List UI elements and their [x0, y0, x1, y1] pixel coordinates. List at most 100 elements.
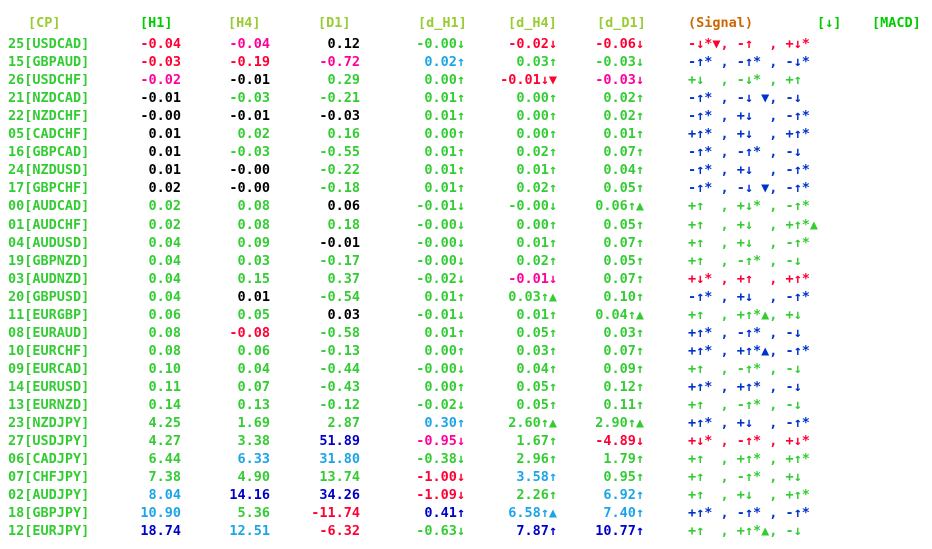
pair-label: 07[CHFJPY]	[8, 469, 90, 486]
d-h4-value: -0.01↓▼	[500, 72, 557, 89]
d-h4-value: 0.01↑	[516, 162, 557, 179]
signal-value: +↑ , -↑* , -↓	[688, 397, 802, 413]
d-h4-value: 0.00↑	[516, 90, 557, 107]
pair-label: 06[CADJPY]	[8, 451, 90, 468]
d-h4-value: 7.87↑	[516, 523, 557, 540]
signal-value: +↓* , +↑ , +↑*	[688, 270, 810, 287]
header-cp: [CP]	[28, 15, 61, 31]
signal-value: +↑ , +↑*▲, -↓	[688, 523, 802, 540]
d1-value: -0.01	[319, 234, 360, 251]
signal-value: +↑ , +↓ , +↑*▲	[688, 216, 819, 233]
d-h1-value: 0.01↑	[424, 108, 465, 125]
d1-value: 0.16	[327, 126, 360, 143]
table-row: 24[NZDUSD] 0.01 -0.00 -0.22 0.01↑ 0.01↑ 0.04↑ -…	[0, 161, 932, 179]
d-h4-value: 0.02↑	[516, 252, 557, 269]
pair-label: 03[AUDNZD]	[8, 270, 90, 287]
d-h1-value: -0.00↓	[416, 360, 465, 377]
d1-value: 0.03	[327, 306, 360, 323]
h4-value: 1.69	[237, 415, 270, 432]
pair-label: 00[AUDCAD]	[8, 198, 90, 215]
h4-value: 0.03	[237, 252, 270, 269]
d1-value: 31.80	[319, 451, 360, 468]
h1-value: 0.08	[148, 324, 181, 341]
signal-value: +↑ , -↑* , +↓	[688, 469, 802, 486]
d-h1-value: 0.01↑	[424, 324, 465, 341]
h1-value: 0.11	[148, 378, 181, 395]
signal-value: -↑* , +↓ , -↑*	[688, 162, 810, 179]
h1-value: 0.01	[148, 144, 181, 161]
signal-value: +↑* , +↓ , +↑*	[688, 126, 810, 143]
h1-value: 0.04	[148, 234, 181, 251]
signal-value: -↑* , -↓ ▼, -↑*	[688, 180, 810, 197]
h1-value: 0.04	[148, 270, 181, 287]
d-h4-value: -0.02↓	[508, 36, 557, 52]
table-row: 13[EURNZD] 0.14 0.13 -0.12 -0.02↓ 0.05↑ 0.11↑ +…	[0, 396, 932, 414]
d-h1-value: 0.41↑	[424, 505, 465, 522]
header-macd: [MACD]	[872, 15, 921, 31]
pair-label: 24[NZDUSD]	[8, 162, 90, 179]
h4-value: -0.01	[229, 108, 270, 125]
d-h4-value: 2.60↑▲	[508, 415, 557, 432]
d-d1-value: -0.03↓	[595, 72, 644, 89]
h1-value: 0.01	[148, 126, 181, 143]
signal-value: -↑* , +↓ , -↑*	[688, 108, 810, 125]
pair-label: 14[EURUSD]	[8, 378, 90, 395]
header-h4: [H4]	[228, 15, 261, 31]
h1-value: 0.04	[148, 288, 181, 305]
d1-value: 0.12	[327, 36, 360, 52]
d-h1-value: -0.95↓	[416, 433, 465, 450]
d1-value: 34.26	[319, 487, 360, 504]
d-d1-value: 0.05↑	[603, 216, 644, 233]
d-h1-value: -0.63↓	[416, 523, 465, 540]
d-h4-value: 0.00↑	[516, 126, 557, 143]
table-row: 06[CADJPY] 6.44 6.33 31.80 -0.38↓ 2.96↑ 1.79↑ +…	[0, 450, 932, 468]
h4-value: 0.06	[237, 342, 270, 359]
h1-value: 0.02	[148, 198, 181, 215]
h4-value: 12.51	[229, 523, 270, 540]
d-h1-value: -1.00↓	[416, 469, 465, 486]
header-arrow: [↓]	[817, 15, 842, 31]
d1-value: -0.12	[319, 397, 360, 413]
signal-value: -↑* , -↑* , -↓	[688, 144, 802, 161]
pair-label: 16[GBPCAD]	[8, 144, 90, 161]
h4-value: 6.33	[237, 451, 270, 468]
table-row: 01[AUDCHF] 0.02 0.08 0.18 -0.00↓ 0.00↑ 0.05↑ +↑…	[0, 216, 932, 234]
h4-value: -0.00	[229, 162, 270, 179]
d-h1-value: -0.38↓	[416, 451, 465, 468]
table-row: 02[AUDJPY] 8.04 14.16 34.26 -1.09↓ 2.26↑ 6.92↑…	[0, 486, 932, 504]
d1-value: 0.18	[327, 216, 360, 233]
d-d1-value: 0.01↑	[603, 126, 644, 143]
signal-value: +↑* , -↑* , -↑*	[688, 505, 810, 522]
h1-value: 0.02	[148, 180, 181, 197]
pair-label: 02[AUDJPY]	[8, 487, 90, 504]
h4-value: 0.04	[237, 360, 270, 377]
d-h1-value: 0.01↑	[424, 162, 465, 179]
d-d1-value: -4.89↓	[595, 433, 644, 450]
signal-value: +↑ , +↓ , +↑*	[688, 487, 810, 504]
signal-value: +↑ , +↑* , +↑*	[688, 451, 810, 468]
h4-value: 0.01	[237, 288, 270, 305]
d-h1-value: -0.00↓	[416, 216, 465, 233]
d-h1-value: -0.02↓	[416, 270, 465, 287]
d-h1-value: 0.01↑	[424, 144, 465, 161]
h4-value: 3.38	[237, 433, 270, 450]
d-d1-value: 0.10↑	[603, 288, 644, 305]
table-row: 14[EURUSD] 0.11 0.07 -0.43 0.00↑ 0.05↑ 0.12↑ +↑…	[0, 378, 932, 396]
d1-value: 0.29	[327, 72, 360, 89]
d-h4-value: 0.03↑▲	[508, 288, 557, 305]
d-d1-value: 0.03↑	[603, 324, 644, 341]
d-h4-value: -0.01↓	[508, 270, 557, 287]
d1-value: -6.32	[319, 523, 360, 540]
d-h4-value: 0.05↑	[516, 378, 557, 395]
d-h1-value: 0.02↑	[424, 54, 465, 71]
d1-value: -0.17	[319, 252, 360, 269]
signal-value: +↑* , +↑* , -↓	[688, 378, 802, 395]
h4-value: 0.09	[237, 234, 270, 251]
d-h4-value: 2.96↑	[516, 451, 557, 468]
table-row: 04[AUDUSD] 0.04 0.09 -0.01 -0.00↓ 0.01↑ 0.07↑ +…	[0, 234, 932, 252]
signal-value: -↑* , +↓ , -↑*	[688, 288, 810, 305]
table-row: 18[GBPJPY] 10.90 5.36 -11.74 0.41↑ 6.58↑▲ 7.40…	[0, 504, 932, 522]
table-row: 21[NZDCAD] -0.01 -0.03 -0.21 0.01↑ 0.00↑ 0.02↑…	[0, 89, 932, 107]
d-d1-value: 0.06↑▲	[595, 198, 644, 215]
h4-value: -0.04	[229, 36, 270, 52]
